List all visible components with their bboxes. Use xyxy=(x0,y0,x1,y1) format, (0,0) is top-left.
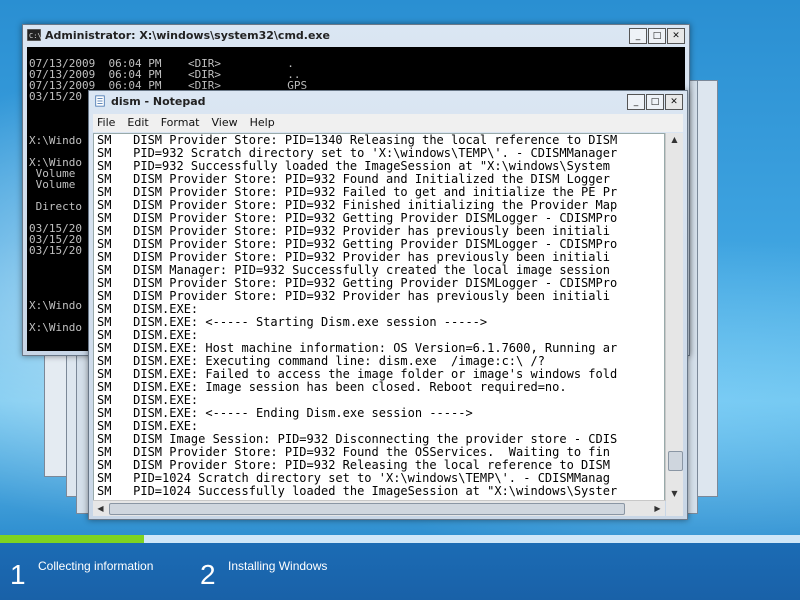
notepad-minimize-button[interactable]: _ xyxy=(627,94,645,110)
notepad-menubar: File Edit Format View Help xyxy=(93,114,683,132)
horizontal-scroll-thumb[interactable] xyxy=(109,503,625,515)
step-number: 1 xyxy=(10,559,26,590)
notepad-window[interactable]: dism - Notepad _ □ ✕ File Edit Format Vi… xyxy=(88,90,688,520)
vertical-scrollbar[interactable]: ▲ ▼ xyxy=(665,133,683,501)
notepad-text-area[interactable]: SM DISM Provider Store: PID=1340 Releasi… xyxy=(93,133,665,501)
menu-help[interactable]: Help xyxy=(250,114,275,132)
step-number: 2 xyxy=(200,559,216,590)
notepad-close-button[interactable]: ✕ xyxy=(665,94,683,110)
svg-text:C:\: C:\ xyxy=(29,32,41,40)
cmd-maximize-button[interactable]: □ xyxy=(648,28,666,44)
notepad-app-icon xyxy=(95,95,105,107)
menu-view[interactable]: View xyxy=(212,114,238,132)
scroll-left-arrow-icon[interactable]: ◀ xyxy=(93,501,108,516)
step-label: Installing Windows xyxy=(228,559,328,573)
setup-progress-fill xyxy=(0,535,144,543)
notepad-maximize-button[interactable]: □ xyxy=(646,94,664,110)
cmd-close-button[interactable]: ✕ xyxy=(667,28,685,44)
horizontal-scrollbar[interactable]: ◀ ▶ xyxy=(93,500,665,516)
cmd-app-icon: C:\ xyxy=(27,29,41,41)
log-line: SM PID=1024 Successfully loaded the Imag… xyxy=(97,484,618,498)
notepad-title: dism - Notepad xyxy=(111,95,206,108)
menu-file[interactable]: File xyxy=(97,114,115,132)
scrollbar-corner xyxy=(666,501,683,516)
scroll-right-arrow-icon[interactable]: ▶ xyxy=(650,501,665,516)
scroll-up-arrow-icon[interactable]: ▲ xyxy=(666,133,683,147)
vertical-scroll-thumb[interactable] xyxy=(668,451,683,471)
cmd-title: Administrator: X:\windows\system32\cmd.e… xyxy=(45,29,330,42)
setup-progress-panel: 1 Collecting information 2 Installing Wi… xyxy=(0,535,800,600)
step-label: Collecting information xyxy=(38,559,154,573)
setup-progress-track xyxy=(0,535,800,543)
cmd-minimize-button[interactable]: _ xyxy=(629,28,647,44)
menu-format[interactable]: Format xyxy=(161,114,200,132)
cmd-titlebar[interactable]: C:\ Administrator: X:\windows\system32\c… xyxy=(23,25,689,47)
menu-edit[interactable]: Edit xyxy=(127,114,148,132)
scroll-down-arrow-icon[interactable]: ▼ xyxy=(666,487,683,501)
notepad-titlebar[interactable]: dism - Notepad _ □ ✕ xyxy=(89,91,687,113)
